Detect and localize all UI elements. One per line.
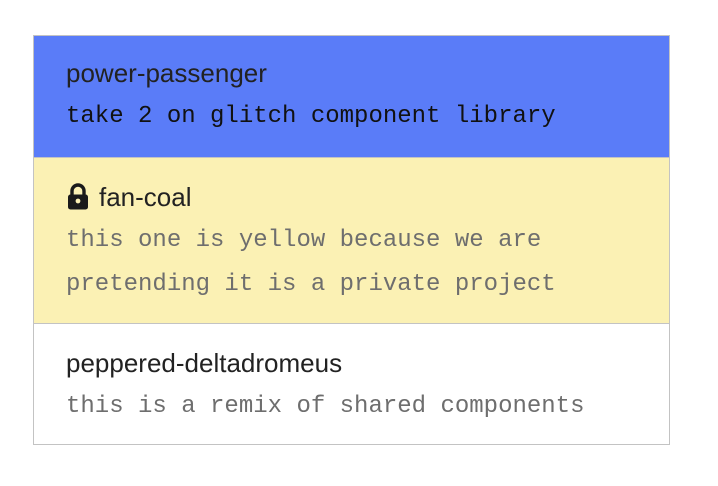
lock-icon — [66, 183, 90, 211]
project-description: this is a remix of shared components — [66, 393, 585, 420]
project-description: this one is yellow because we are preten… — [66, 227, 556, 298]
project-item-fan-coal[interactable]: fan-coal this one is yellow because we a… — [34, 158, 669, 324]
project-name: peppered-deltadromeus — [66, 346, 637, 380]
project-item-power-passenger[interactable]: power-passenger take 2 on glitch compone… — [34, 36, 669, 158]
project-list: power-passenger take 2 on glitch compone… — [33, 35, 670, 445]
project-name-label: power-passenger — [66, 58, 267, 88]
project-name-label: fan-coal — [99, 182, 192, 212]
project-name: power-passenger — [66, 56, 637, 90]
project-name: fan-coal — [66, 180, 637, 214]
project-description: take 2 on glitch component library — [66, 103, 556, 130]
project-item-peppered-deltadromeus[interactable]: peppered-deltadromeus this is a remix of… — [34, 324, 669, 444]
project-name-label: peppered-deltadromeus — [66, 348, 343, 378]
